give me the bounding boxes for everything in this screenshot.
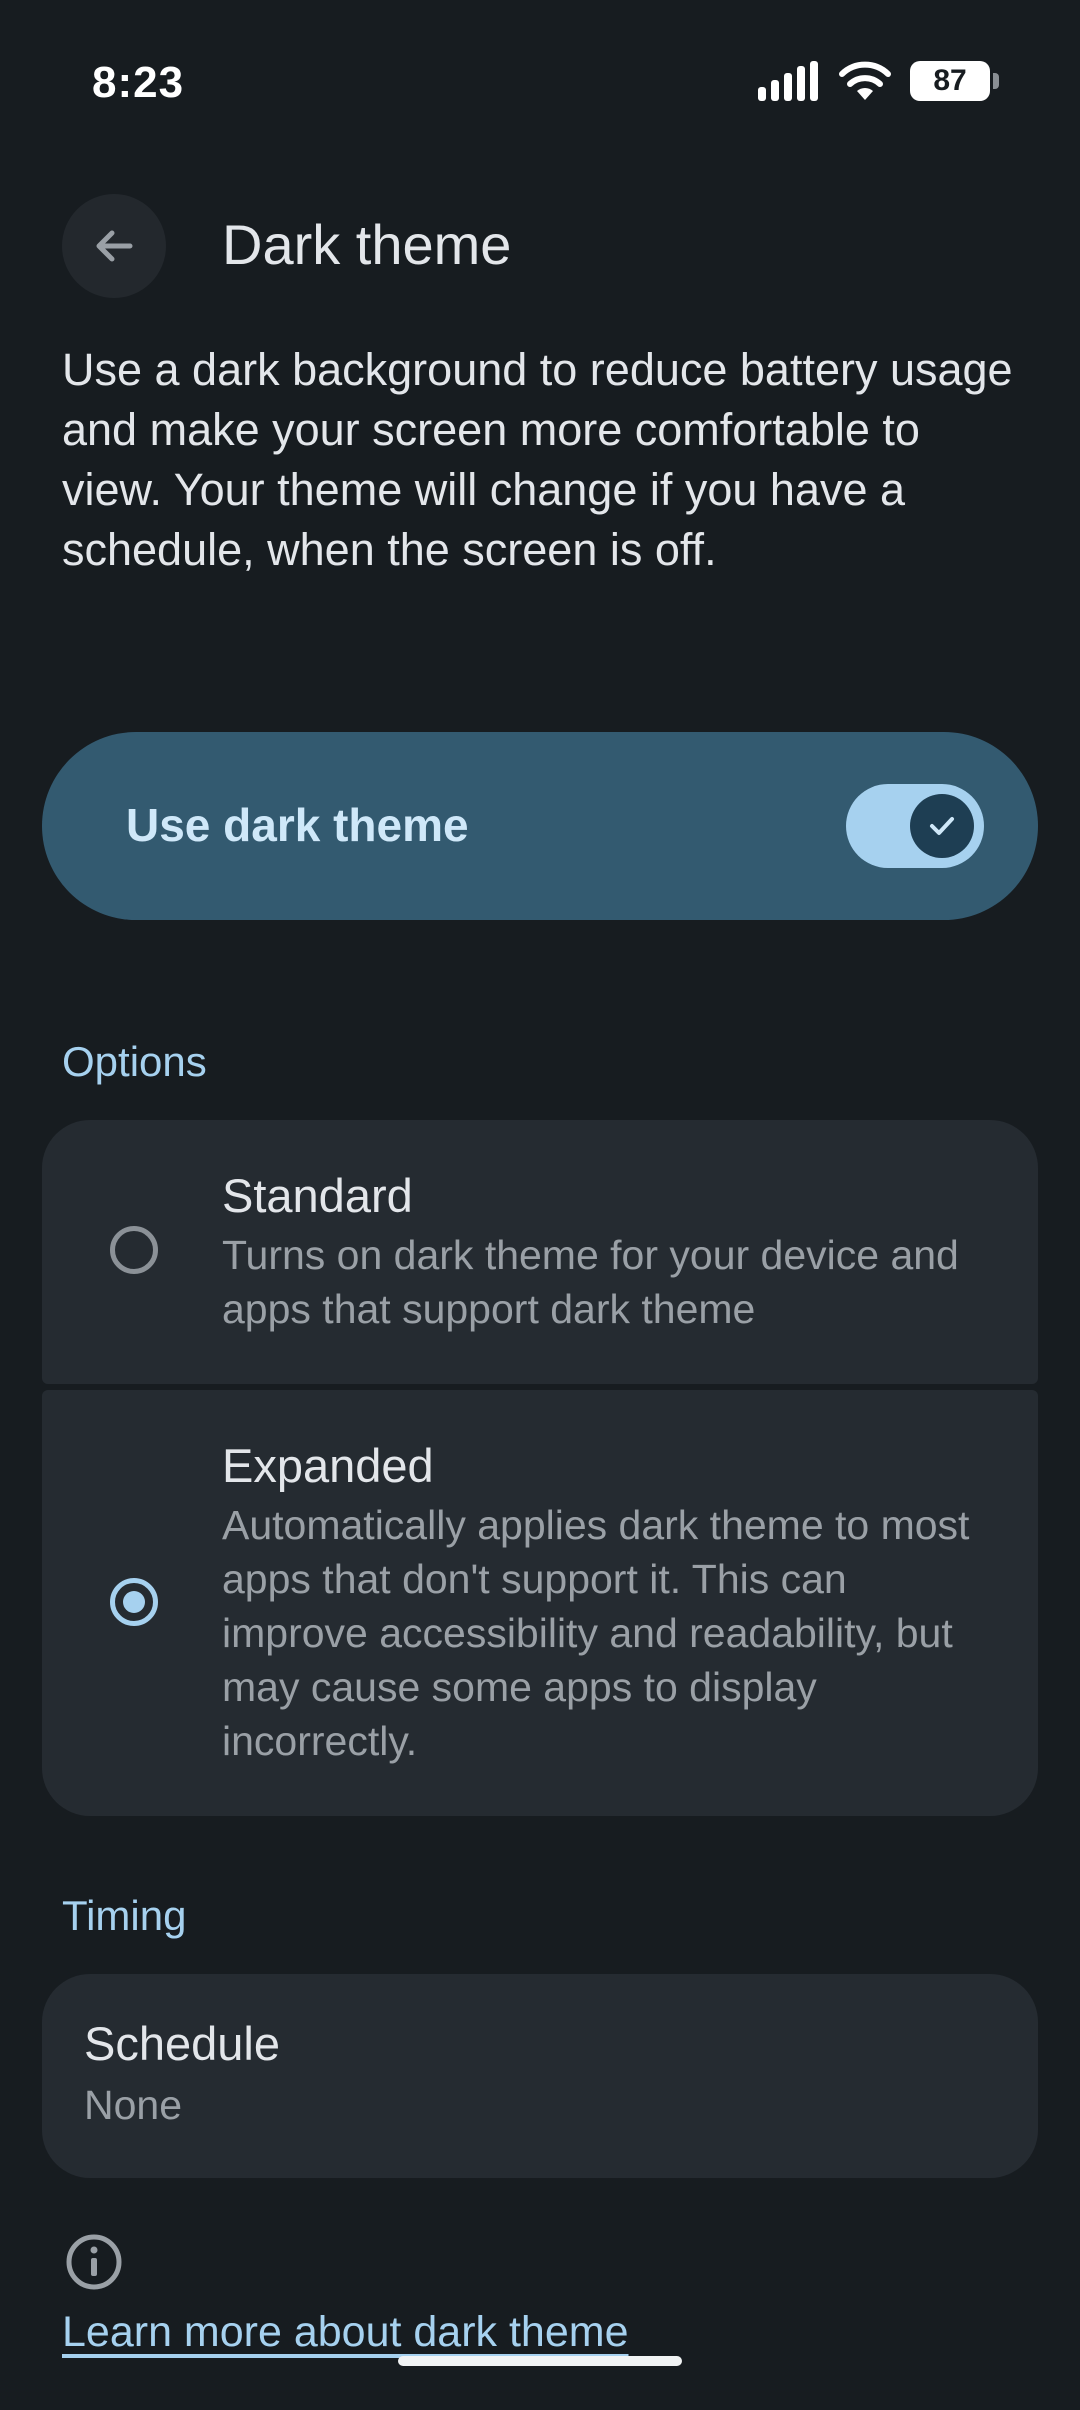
page-title: Dark theme — [222, 213, 512, 276]
option-expanded[interactable]: Expanded Automatically applies dark them… — [42, 1390, 1038, 1816]
expanded-radio-button[interactable] — [110, 1578, 158, 1626]
learn-more-link[interactable]: Learn more about dark theme — [62, 2308, 629, 2357]
timing-section-label: Timing — [62, 1892, 187, 1939]
schedule-row[interactable]: Schedule None — [42, 1974, 1038, 2178]
option-standard-subtitle: Turns on dark theme for your device and … — [222, 1232, 959, 1332]
status-icons: 87 — [758, 60, 999, 102]
options-section-label: Options — [62, 1038, 207, 1085]
status-bar: 8:23 87 — [0, 0, 1080, 170]
option-standard[interactable]: Standard Turns on dark theme for your de… — [42, 1120, 1038, 1384]
back-button[interactable] — [62, 194, 166, 298]
option-expanded-subtitle: Automatically applies dark theme to most… — [222, 1502, 970, 1764]
check-icon — [930, 817, 954, 835]
schedule-title: Schedule — [84, 2017, 280, 2070]
option-standard-title: Standard — [222, 1169, 413, 1222]
option-expanded-title: Expanded — [222, 1439, 434, 1492]
top-app-bar: Dark theme — [0, 190, 1080, 300]
battery-level: 87 — [933, 64, 967, 97]
standard-radio-button[interactable] — [110, 1226, 158, 1274]
arrow-back-icon — [96, 230, 133, 262]
battery-cap — [993, 73, 999, 89]
navigation-handle[interactable] — [398, 2356, 682, 2366]
info-icon — [66, 2234, 122, 2290]
status-time: 8:23 — [92, 58, 185, 107]
use-dark-theme-label: Use dark theme — [126, 799, 469, 851]
page-description: Use a dark background to reduce battery … — [62, 344, 1013, 575]
schedule-value: None — [84, 2082, 183, 2128]
cellular-signal-icon — [758, 61, 818, 101]
switch-thumb — [910, 794, 974, 858]
use-dark-theme-toggle-row[interactable]: Use dark theme — [42, 732, 1038, 920]
use-dark-theme-switch[interactable] — [846, 784, 984, 868]
battery-icon: 87 — [910, 61, 999, 101]
wifi-icon — [839, 61, 891, 100]
